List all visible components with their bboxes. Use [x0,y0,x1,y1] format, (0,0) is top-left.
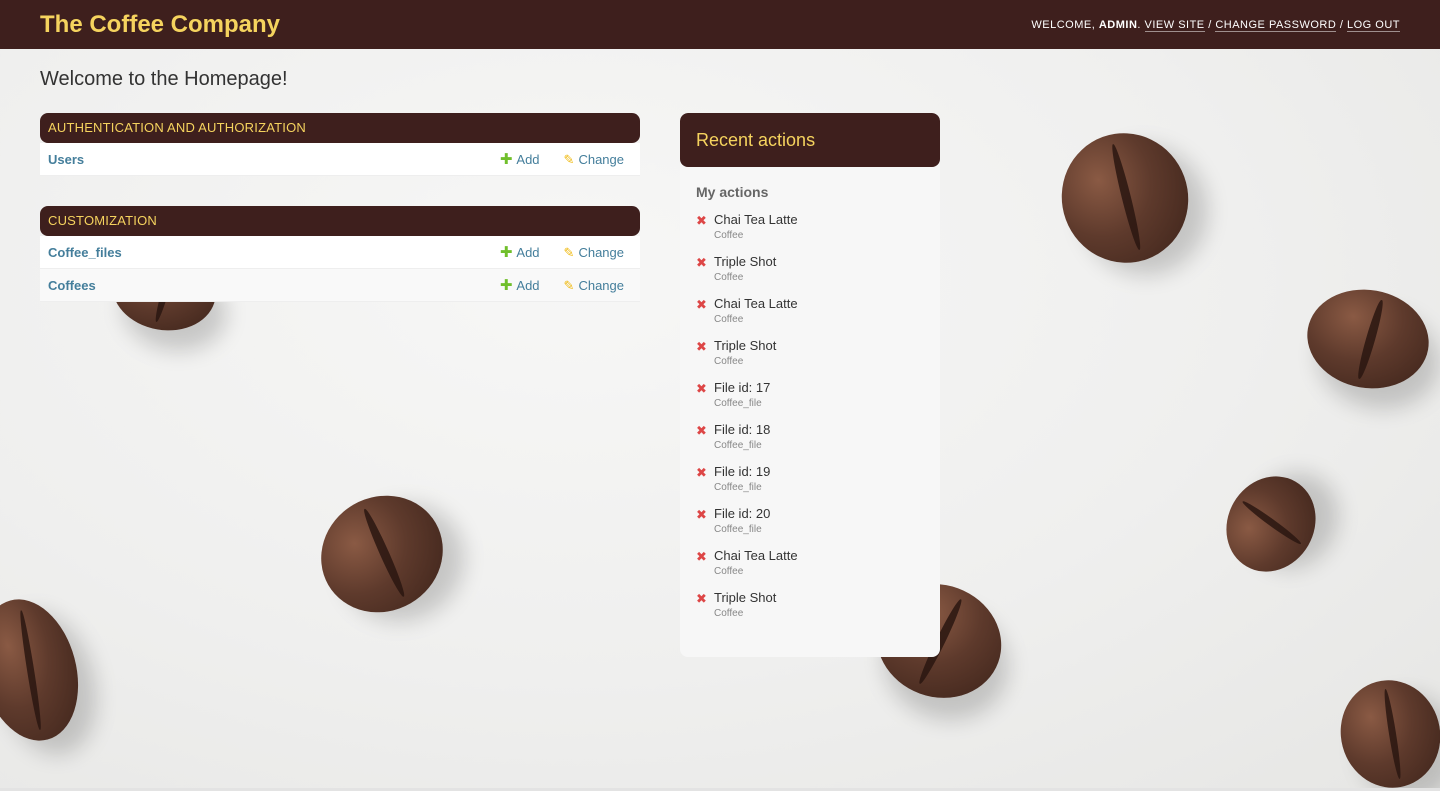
separator: / [1336,18,1347,31]
action-item: ✖ Chai Tea Latte Coffee [696,548,940,590]
model-link-users[interactable]: Users [48,152,476,167]
plus-icon: ✚ [499,276,513,294]
action-item: ✖ Triple Shot Coffee [696,254,940,296]
plus-icon: ✚ [499,243,513,261]
view-site-link[interactable]: VIEW SITE [1144,18,1205,32]
action-type: Coffee_file [714,398,762,409]
action-type: Coffee_file [714,440,762,451]
site-header: The Coffee Company WELCOME, ADMIN. VIEW … [0,0,1440,49]
action-type: Coffee [714,272,744,283]
action-item: ✖ File id: 18 Coffee_file [696,422,940,464]
add-label: Add [516,244,540,260]
change-label: Change [578,151,624,167]
action-name: Chai Tea Latte [714,212,798,227]
action-name: Triple Shot [714,590,777,605]
change-label: Change [578,277,624,293]
action-type: Coffee [714,566,744,577]
delete-x-icon: ✖ [696,213,707,228]
action-type: Coffee_file [714,524,762,535]
action-item: ✖ File id: 17 Coffee_file [696,380,940,422]
coffee-bean-decoration [1043,115,1207,281]
actions-list: ✖ Chai Tea Latte Coffee ✖ Triple Shot Coffee… [680,212,940,632]
recent-actions-title: Recent actions [680,113,940,167]
delete-x-icon: ✖ [696,255,707,270]
action-type: Coffee [714,356,744,367]
model-row-users: Users ✚ Add ✎ Change [40,143,640,176]
coffee-bean-decoration [299,473,465,635]
add-coffees-button[interactable]: ✚ Add [500,278,540,293]
action-name: File id: 19 [714,464,771,479]
separator: / [1204,18,1216,31]
delete-x-icon: ✖ [696,465,707,480]
action-name: File id: 18 [714,422,771,437]
change-users-button[interactable]: ✎ Change [564,152,624,167]
action-item: ✖ Chai Tea Latte Coffee [696,212,940,254]
model-link-coffees[interactable]: Coffees [48,278,476,293]
delete-x-icon: ✖ [696,591,707,606]
add-coffee-files-button[interactable]: ✚ Add [500,245,540,260]
action-name: Chai Tea Latte [714,548,798,563]
action-name: Chai Tea Latte [714,296,798,311]
delete-x-icon: ✖ [696,339,707,354]
my-actions-heading: My actions [696,184,769,200]
pencil-icon: ✎ [563,277,575,293]
action-type: Coffee [714,608,744,619]
dot-separator: . [1137,18,1145,31]
change-password-link[interactable]: CHANGE PASSWORD [1215,18,1337,32]
change-label: Change [578,244,624,260]
coffee-bean-decoration [1328,669,1440,791]
welcome-text: WELCOME, [1031,18,1099,31]
delete-x-icon: ✖ [696,549,707,564]
change-coffee-files-button[interactable]: ✎ Change [564,245,624,260]
plus-icon: ✚ [499,150,513,168]
coffee-bean-decoration [1299,280,1437,398]
module-customization: CUSTOMIZATION Coffee_files ✚ Add ✎ Chang… [40,206,640,302]
model-row-coffees: Coffees ✚ Add ✎ Change [40,269,640,302]
add-label: Add [516,277,540,293]
model-row-coffee-files: Coffee_files ✚ Add ✎ Change [40,236,640,269]
pencil-icon: ✎ [563,151,575,167]
action-name: Triple Shot [714,338,777,353]
recent-actions-panel: Recent actions My actions ✖ Chai Tea Latt… [680,113,940,657]
add-users-button[interactable]: ✚ Add [500,152,540,167]
change-coffees-button[interactable]: ✎ Change [564,278,624,293]
module-caption[interactable]: CUSTOMIZATION [40,206,640,236]
action-item: ✖ Chai Tea Latte Coffee [696,296,940,338]
action-item: ✖ File id: 19 Coffee_file [696,464,940,506]
action-item: ✖ Triple Shot Coffee [696,590,940,632]
coffee-bean-decoration [0,588,94,752]
page-title: Welcome to the Homepage! [40,68,288,90]
delete-x-icon: ✖ [696,423,707,438]
user-tools: WELCOME, ADMIN. VIEW SITE / CHANGE PASSW… [1031,18,1400,32]
pencil-icon: ✎ [563,244,575,260]
coffee-bean-decoration [1209,460,1333,588]
module-caption[interactable]: AUTHENTICATION AND AUTHORIZATION [40,113,640,143]
action-name: File id: 20 [714,506,771,521]
add-label: Add [516,151,540,167]
action-type: Coffee [714,314,744,325]
action-name: Triple Shot [714,254,777,269]
log-out-link[interactable]: LOG OUT [1346,18,1400,32]
username: ADMIN [1098,18,1138,31]
action-item: ✖ Triple Shot Coffee [696,338,940,380]
delete-x-icon: ✖ [696,381,707,396]
action-type: Coffee_file [714,482,762,493]
action-type: Coffee [714,230,744,241]
action-name: File id: 17 [714,380,771,395]
delete-x-icon: ✖ [696,297,707,312]
model-link-coffee-files[interactable]: Coffee_files [48,245,476,260]
site-name-link[interactable]: The Coffee Company [40,11,280,39]
action-item: ✖ File id: 20 Coffee_file [696,506,940,548]
delete-x-icon: ✖ [696,507,707,522]
module-auth: AUTHENTICATION AND AUTHORIZATION Users ✚… [40,113,640,176]
